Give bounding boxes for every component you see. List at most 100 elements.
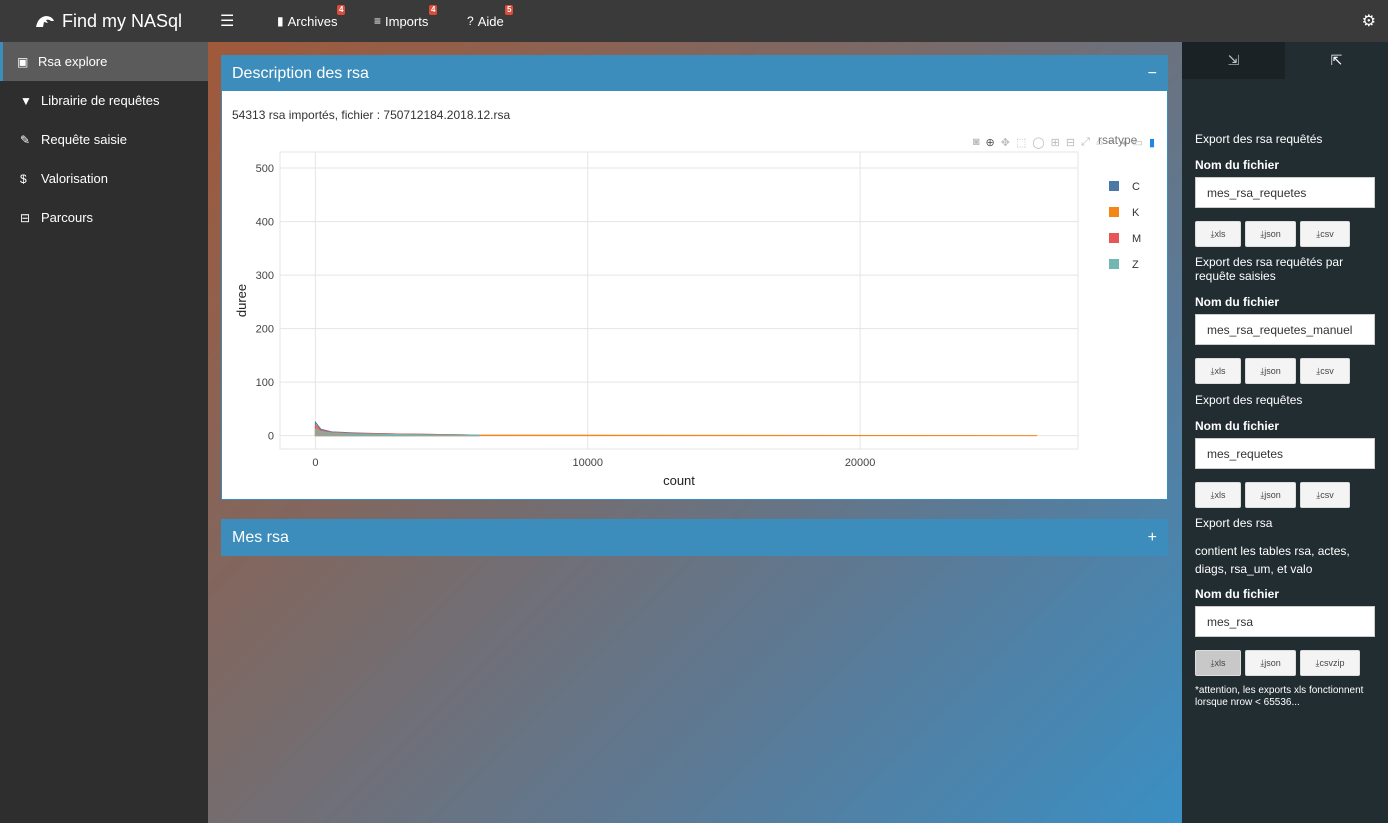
sidebar-item-rsa-explore[interactable]: ▣ Rsa explore <box>0 42 208 81</box>
left-sidebar: ▣ Rsa explore ▼ Librairie de requêtes ✎ … <box>0 42 208 823</box>
legend-title: rsatype <box>1098 136 1138 147</box>
gears-icon: ⚙ <box>1361 13 1376 30</box>
y-tick-label: 0 <box>268 431 274 443</box>
export-section-title: Export des rsa requêtés par requête sais… <box>1195 255 1344 283</box>
settings-button[interactable]: ⚙ <box>1362 11 1376 31</box>
sidebar-item-librairie[interactable]: ▼ Librairie de requêtes <box>0 81 208 120</box>
description-box-title: Description des rsa <box>232 64 369 82</box>
export-warning-note: *attention, les exports xls fonctionnent… <box>1195 685 1364 708</box>
y-tick-label: 300 <box>256 270 274 282</box>
control-sidebar: ⇲ ⇱ Export des rsa requêtés Nom du fichi… <box>1182 42 1388 823</box>
app-logo[interactable]: Find my NASql <box>0 0 208 42</box>
nav-imports-label: Imports <box>385 13 429 29</box>
chart-area: ◙ ⊕ ✥ ⬚ ◯ ⊞ ⊟ ⤢ ⌂ ⌐ ◂ ▭ ▮ 0 10000 20000 0 10… <box>222 136 1167 496</box>
filename-input-requetes[interactable]: mes_requetes <box>1195 438 1375 469</box>
description-box-body: 54313 rsa importés, fichier : 750712184.… <box>222 91 1167 499</box>
field-label: Nom du fichier <box>1195 419 1280 433</box>
export-section-title: Export des rsa requêtés <box>1195 132 1323 146</box>
collapse-button[interactable]: − <box>1148 65 1157 83</box>
filename-input-rsa-requetes[interactable]: mes_rsa_requetes <box>1195 177 1375 208</box>
sidebar-item-parcours[interactable]: ⊟ Parcours <box>0 198 208 237</box>
broom-icon: ✎ <box>20 132 31 147</box>
sidebar-item-label: Librairie de requêtes <box>41 93 160 108</box>
database-icon: ≡ <box>374 14 382 28</box>
x-tick-label: 10000 <box>572 457 603 469</box>
mes-rsa-box-title: Mes rsa <box>232 528 289 546</box>
plot-background <box>279 151 1079 450</box>
aide-badge: 5 <box>505 5 514 15</box>
filename-input-rsa-requetes-manuel[interactable]: mes_rsa_requetes_manuel <box>1195 314 1375 345</box>
legend-swatch-M <box>1109 233 1119 243</box>
export-section-title: Export des rsa <box>1195 516 1273 530</box>
legend-label-C: C <box>1132 181 1140 193</box>
filename-input-rsa[interactable]: mes_rsa <box>1195 606 1375 637</box>
legend-label-Z: Z <box>1132 259 1139 271</box>
file-export-icon: ⇱ <box>1330 52 1343 68</box>
filter-icon: ▼ <box>20 93 32 108</box>
sidebar-item-label: Parcours <box>41 210 94 225</box>
file-import-icon: ⇲ <box>1227 52 1240 68</box>
y-tick-label: 200 <box>256 324 274 336</box>
tab-export[interactable]: ⇱ <box>1285 42 1388 79</box>
export-buttons: ⤓ xls ⤓ json ⤓ csvzip <box>1195 650 1360 676</box>
nav-aide-label: Aide <box>477 13 504 29</box>
export-csv-button[interactable]: ⤓ csv <box>1300 221 1350 247</box>
legend-swatch-K <box>1109 207 1119 217</box>
export-buttons: ⤓ xls ⤓ json ⤓ csv <box>1195 358 1350 384</box>
hamburger-icon: ☰ <box>220 13 235 30</box>
x-tick-label: 20000 <box>845 457 876 469</box>
import-info: 54313 rsa importés, fichier : 750712184.… <box>232 108 511 122</box>
nav-aide[interactable]: ? Aide 5 <box>467 0 514 42</box>
export-json-button[interactable]: ⤓ json <box>1245 358 1296 384</box>
chart-svg: 0 10000 20000 0 100 200 300 400 500 count duree rsa… <box>234 136 1141 488</box>
mes-rsa-box-header: Mes rsa + <box>222 520 1167 555</box>
x-axis-title: count <box>663 473 695 488</box>
export-csv-button[interactable]: ⤓ csv <box>1300 482 1350 508</box>
export-section-description: contient les tables rsa, actes, diags, r… <box>1195 544 1350 576</box>
legend-swatch-Z <box>1109 259 1119 269</box>
imports-badge: 4 <box>429 5 438 15</box>
top-header: Find my NASql ☰ ▮ Archives 4 ≡ Imports 4… <box>0 0 1388 42</box>
y-axis-title: duree <box>234 284 249 317</box>
sidebar-item-requete-saisie[interactable]: ✎ Requête saisie <box>0 120 208 159</box>
y-tick-label: 500 <box>256 163 274 175</box>
legend-swatch-C <box>1109 181 1119 191</box>
sidebar-item-label: Valorisation <box>41 171 108 186</box>
clipboard-check-icon: ▣ <box>17 54 29 69</box>
export-json-button[interactable]: ⤓ json <box>1245 482 1296 508</box>
export-xls-button[interactable]: ⤓ xls <box>1195 358 1241 384</box>
y-tick-label: 400 <box>256 217 274 229</box>
nav-imports[interactable]: ≡ Imports 4 <box>374 0 438 42</box>
legend-label-M: M <box>1132 233 1141 245</box>
export-xls-button[interactable]: ⤓ xls <box>1195 650 1241 676</box>
nav-archives[interactable]: ▮ Archives 4 <box>277 0 346 42</box>
export-xls-button[interactable]: ⤓ xls <box>1195 482 1241 508</box>
export-json-button[interactable]: ⤓ json <box>1245 650 1296 676</box>
animal-logo-icon <box>36 16 54 27</box>
expand-button[interactable]: + <box>1148 529 1157 547</box>
export-csv-button[interactable]: ⤓ csv <box>1300 358 1350 384</box>
description-box: Description des rsa − 54313 rsa importés… <box>221 55 1168 500</box>
archives-badge: 4 <box>337 5 346 15</box>
export-xls-button[interactable]: ⤓ xls <box>1195 221 1241 247</box>
mes-rsa-box: Mes rsa + <box>221 519 1168 556</box>
tab-import[interactable]: ⇲ <box>1182 42 1285 79</box>
main-content: Description des rsa − 54313 rsa importés… <box>208 42 1182 823</box>
nav-archives-label: Archives <box>287 13 338 29</box>
bed-icon: ⊟ <box>20 210 31 225</box>
export-section-title: Export des requêtes <box>1195 393 1303 407</box>
app-title: Find my NASql <box>62 10 183 31</box>
sidebar-toggle-button[interactable]: ☰ <box>220 11 234 31</box>
dollar-icon: $ <box>20 171 27 186</box>
field-label: Nom du fichier <box>1195 295 1280 309</box>
export-buttons: ⤓ xls ⤓ json ⤓ csv <box>1195 221 1350 247</box>
sidebar-item-valorisation[interactable]: $ Valorisation <box>0 159 208 198</box>
export-buttons: ⤓ xls ⤓ json ⤓ csv <box>1195 482 1350 508</box>
export-csvzip-button[interactable]: ⤓ csvzip <box>1300 650 1360 676</box>
question-circle-icon: ? <box>467 14 474 28</box>
field-label: Nom du fichier <box>1195 587 1280 601</box>
y-tick-label: 100 <box>256 377 274 389</box>
export-json-button[interactable]: ⤓ json <box>1245 221 1296 247</box>
x-tick-label: 0 <box>312 457 318 469</box>
sidebar-item-label: Rsa explore <box>38 54 108 69</box>
